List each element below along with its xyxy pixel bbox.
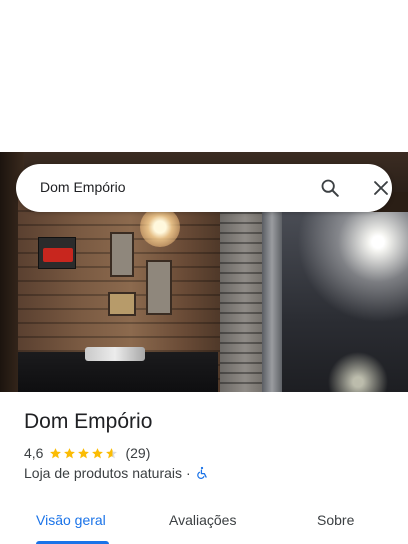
- photo-frame-2: [146, 260, 172, 315]
- tab-overview[interactable]: Visão geral: [36, 512, 106, 528]
- star-rating: [49, 447, 119, 460]
- place-info-panel: Dom Empório 4,6 (29) Loja de produtos na…: [0, 392, 408, 544]
- photo-lamp: [140, 207, 180, 247]
- wheelchair-icon: [196, 466, 207, 479]
- star-icon: [92, 447, 104, 458]
- star-icon: [78, 447, 90, 458]
- place-category: Loja de produtos naturais: [24, 465, 182, 481]
- photo-table-items: [85, 347, 145, 361]
- close-icon[interactable]: [370, 177, 392, 199]
- star-half-icon: [106, 447, 118, 458]
- review-count[interactable]: (29): [125, 445, 150, 461]
- photo-frame-3: [108, 292, 136, 316]
- search-icon[interactable]: [319, 177, 341, 199]
- star-icon: [64, 447, 76, 458]
- top-blank-area: [0, 0, 408, 152]
- rating-row[interactable]: 4,6 (29): [24, 444, 150, 462]
- tab-about[interactable]: Sobre: [317, 512, 354, 528]
- tab-reviews[interactable]: Avaliações: [169, 512, 236, 528]
- place-tabs: Visão geral Avaliações Sobre: [0, 500, 408, 544]
- photo-street-lights: [268, 212, 408, 392]
- search-input[interactable]: Dom Empório: [40, 179, 126, 195]
- place-title: Dom Empório: [24, 410, 153, 433]
- photo-pillar: [262, 212, 282, 392]
- photo-sign: [38, 237, 76, 269]
- category-row: Loja de produtos naturais ·: [24, 465, 209, 481]
- search-icon-glyph: [321, 179, 339, 197]
- search-bar[interactable]: Dom Empório: [16, 164, 392, 212]
- category-separator: ·: [186, 465, 191, 481]
- star-icon: [50, 447, 62, 458]
- rating-value: 4,6: [24, 445, 44, 461]
- close-icon-glyph: [374, 181, 388, 195]
- photo-sign-red-panel: [43, 248, 73, 262]
- photo-frame-1: [110, 232, 134, 277]
